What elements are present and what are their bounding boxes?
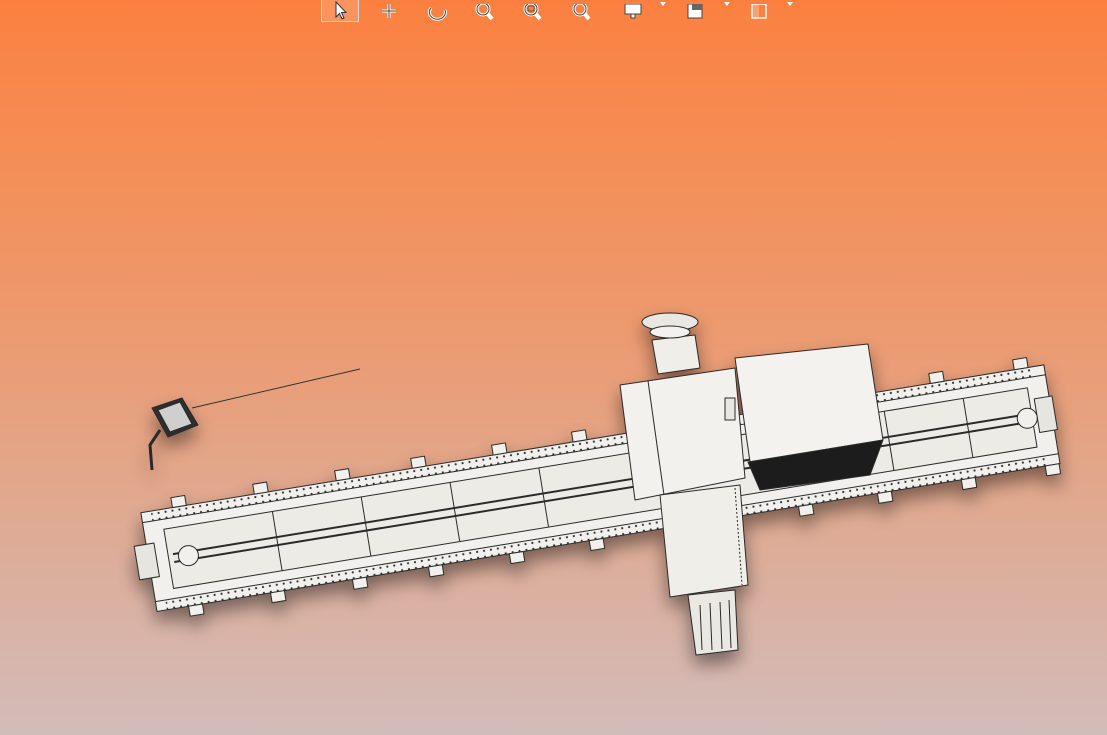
leader-line [191,368,361,409]
spindle-housing [659,484,749,598]
graphics-area[interactable] [0,0,1107,735]
linear-actuator-assembly[interactable] [127,312,1064,656]
top-coupling [651,334,701,375]
carriage-block [619,367,746,501]
